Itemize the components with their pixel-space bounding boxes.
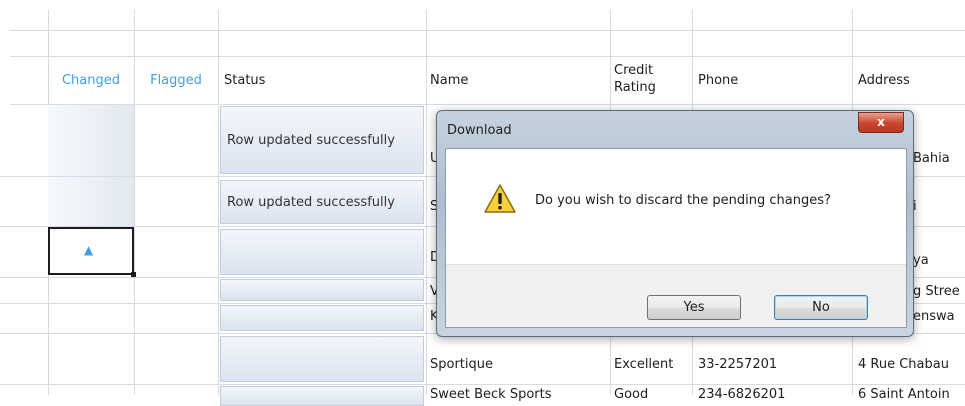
status-cell[interactable]	[220, 279, 424, 301]
column-header-phone[interactable]: Phone	[698, 73, 738, 88]
changed-indicator-icon: ▲	[84, 243, 94, 257]
address-cell[interactable]: Bahia	[913, 151, 950, 166]
dialog-footer: Yes No	[446, 264, 906, 327]
dialog-title: Download	[447, 123, 512, 138]
phone-cell[interactable]: 33-2257201	[698, 357, 777, 372]
column-header-credit-rating[interactable]: Credit Rating	[614, 62, 656, 96]
no-button[interactable]: No	[774, 295, 868, 320]
changed-cell[interactable]	[48, 105, 134, 176]
dialog-body: Do you wish to discard the pending chang…	[445, 148, 907, 328]
warning-icon	[484, 184, 516, 213]
address-cell[interactable]: enswa	[913, 309, 955, 324]
column-header-changed[interactable]: Changed	[48, 73, 134, 88]
status-cell[interactable]: Row updated successfully	[220, 180, 424, 224]
status-text: Row updated successfully	[227, 194, 395, 210]
column-header-flagged[interactable]: Flagged	[134, 73, 218, 88]
column-header-status[interactable]: Status	[224, 73, 265, 88]
address-cell[interactable]: ya	[913, 253, 929, 268]
name-cell[interactable]: Sportique	[430, 357, 493, 372]
fill-handle[interactable]	[131, 272, 136, 277]
address-cell[interactable]: 4 Rue Chabau	[858, 357, 965, 372]
close-icon[interactable]: x	[858, 112, 904, 133]
status-cell[interactable]: Row updated successfully	[220, 106, 424, 174]
status-cell[interactable]	[220, 336, 424, 382]
dialog-message: Do you wish to discard the pending chang…	[535, 193, 831, 208]
changed-cell[interactable]	[48, 177, 134, 226]
status-text: Row updated successfully	[227, 132, 395, 148]
column-header-address[interactable]: Address	[858, 73, 910, 88]
discard-changes-dialog: Download x Do you wish to discard the pe…	[436, 110, 914, 337]
column-header-name[interactable]: Name	[430, 73, 468, 88]
status-cell[interactable]	[220, 386, 424, 406]
status-cell[interactable]	[220, 229, 424, 275]
credit-rating-cell[interactable]: Excellent	[614, 357, 673, 372]
status-cell[interactable]	[220, 305, 424, 331]
address-cell[interactable]: g Stree	[913, 284, 960, 299]
yes-button[interactable]: Yes	[647, 295, 741, 320]
